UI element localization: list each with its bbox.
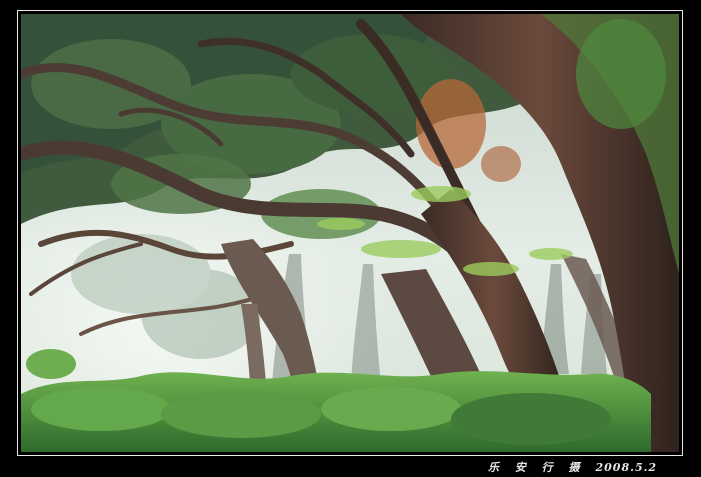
caption-date: 2008.5.2 bbox=[595, 461, 658, 474]
photo-caption: 乐 安 行 摄 2008.5.2 bbox=[488, 459, 657, 475]
forest-photo bbox=[21, 14, 679, 452]
caption-author: 乐 安 行 摄 bbox=[488, 461, 586, 474]
photo-frame bbox=[17, 10, 683, 456]
forest-scene-drawing bbox=[21, 14, 679, 452]
